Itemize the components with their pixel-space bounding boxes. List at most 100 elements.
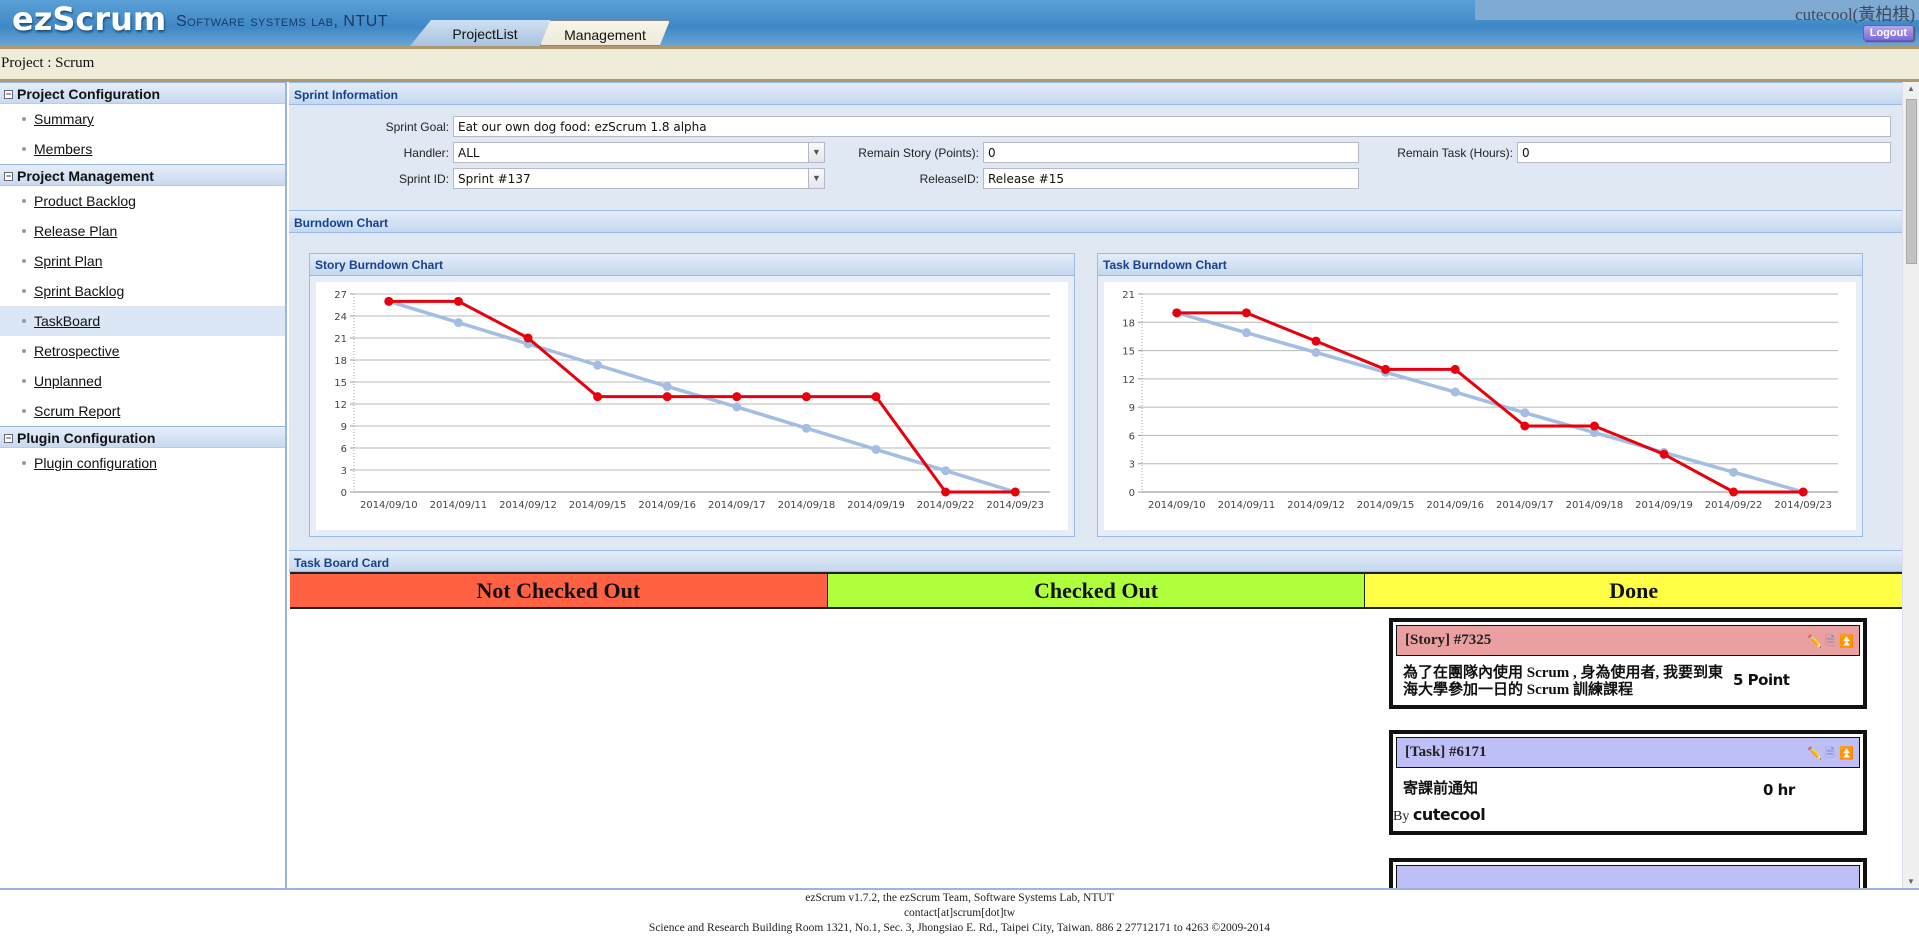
main-scrollbar[interactable]: ▲ ▼ bbox=[1902, 82, 1919, 888]
card-header: [Task] #6171 ✏️ 🗎 ⏫ bbox=[1396, 737, 1860, 768]
sidebar-link[interactable]: Release Plan bbox=[34, 223, 117, 239]
scroll-up-icon[interactable]: ▲ bbox=[1907, 84, 1915, 93]
bullet-icon bbox=[22, 147, 26, 151]
bullet-icon bbox=[22, 461, 26, 465]
sidebar-item-sprint-plan[interactable]: Sprint Plan bbox=[0, 246, 285, 276]
sidebar-item-retrospective[interactable]: Retrospective bbox=[0, 336, 285, 366]
bullet-icon bbox=[22, 379, 26, 383]
bullet-icon bbox=[22, 409, 26, 413]
release-id-field[interactable]: Release #15 bbox=[983, 168, 1359, 189]
sidebar-item-product-backlog[interactable]: Product Backlog bbox=[0, 186, 285, 216]
bullet-icon bbox=[22, 117, 26, 121]
y-tick-label: 18 bbox=[334, 356, 347, 367]
upload-icon[interactable]: ⏫ bbox=[1839, 634, 1854, 648]
taskboard-panel: Task Board Card Not Checked Out Checked … bbox=[289, 550, 1902, 888]
story-burndown-chart: Story Burndown Chart 0 3 6 9 12 15 18 21 24 27 201… bbox=[309, 253, 1075, 537]
sidebar-group-project-configuration: − Project Configuration Summary Members bbox=[0, 82, 285, 164]
x-tick-label: 2014/09/19 bbox=[847, 500, 905, 511]
sidebar-item-taskboard[interactable]: TaskBoard bbox=[0, 306, 285, 336]
card-body: 為了在團隊內使用 Scrum , 身為使用者, 我要到東海大學參加一日的 Scr… bbox=[1393, 659, 1863, 705]
panel-title: Sprint Information bbox=[289, 82, 1902, 105]
x-tick-label: 2014/09/22 bbox=[917, 500, 975, 511]
x-tick-label: 2014/09/16 bbox=[1426, 500, 1484, 511]
data-point-ideal bbox=[871, 444, 881, 454]
edit-icon[interactable]: ✏️ bbox=[1807, 746, 1822, 760]
chevron-down-icon[interactable]: ▼ bbox=[808, 142, 825, 163]
story-card[interactable]: [Story] #7325 ✏️ 🗎 ⏫ 為了在團隊內使用 Scrum , 身為… bbox=[1389, 618, 1867, 709]
collapse-icon[interactable]: − bbox=[4, 433, 13, 443]
sidebar-group-title: Plugin Configuration bbox=[17, 430, 156, 446]
chevron-down-icon[interactable]: ▼ bbox=[808, 168, 825, 189]
sprint-goal-field[interactable]: Eat our own dog food: ezScrum 1.8 alpha bbox=[453, 116, 1891, 137]
sidebar-link[interactable]: Summary bbox=[34, 111, 94, 127]
y-tick-label: 12 bbox=[1122, 375, 1135, 386]
y-tick-label: 0 bbox=[341, 488, 347, 499]
bullet-icon bbox=[22, 319, 26, 323]
scroll-thumb[interactable] bbox=[1906, 99, 1917, 264]
footer-version: ezScrum v1.7.2, the ezScrum Team, Softwa… bbox=[805, 892, 1114, 904]
footer-contact: contact[at]scrum[dot]tw bbox=[903, 907, 1016, 919]
x-tick-label: 2014/09/18 bbox=[778, 500, 836, 511]
scroll-down-icon[interactable]: ▼ bbox=[1907, 877, 1915, 886]
tab-management[interactable]: Management bbox=[540, 20, 670, 46]
sidebar-link[interactable]: Members bbox=[34, 141, 92, 157]
x-tick-label: 2014/09/23 bbox=[986, 500, 1044, 511]
collapse-icon[interactable]: − bbox=[4, 171, 13, 181]
sidebar-item-sprint-backlog[interactable]: Sprint Backlog bbox=[0, 276, 285, 306]
history-icon[interactable]: 🗎 bbox=[1823, 634, 1837, 648]
sprint-id-value[interactable]: Sprint #137 bbox=[453, 168, 825, 189]
bullet-icon bbox=[22, 289, 26, 293]
sidebar-link[interactable]: Unplanned bbox=[34, 373, 102, 389]
data-point-ideal bbox=[1241, 328, 1251, 338]
sidebar-item-members[interactable]: Members bbox=[0, 134, 285, 164]
edit-icon[interactable]: ✏️ bbox=[1807, 634, 1822, 648]
sidebar: − Project Configuration Summary Members … bbox=[0, 82, 287, 888]
collapse-icon[interactable]: − bbox=[4, 89, 13, 99]
task-card[interactable]: [Task] #6171 ✏️ 🗎 ⏫ 寄課前通知 0 hr By cuteco… bbox=[1389, 730, 1867, 835]
sidebar-link[interactable]: TaskBoard bbox=[34, 313, 100, 329]
card-body: 寄課前通知 0 hr bbox=[1393, 771, 1863, 805]
sidebar-link[interactable]: Scrum Report bbox=[34, 403, 120, 419]
upload-icon[interactable]: ⏫ bbox=[1839, 746, 1854, 760]
sidebar-link[interactable]: Retrospective bbox=[34, 343, 120, 359]
bullet-icon bbox=[22, 349, 26, 353]
data-point-ideal bbox=[593, 360, 603, 370]
y-tick-label: 3 bbox=[1129, 460, 1135, 471]
sidebar-item-summary[interactable]: Summary bbox=[0, 104, 285, 134]
data-point-ideal bbox=[732, 402, 742, 412]
card-header bbox=[1396, 865, 1860, 888]
data-point-ideal bbox=[1450, 387, 1460, 397]
card-description: 為了在團隊內使用 Scrum , 身為使用者, 我要到東海大學參加一日的 Scr… bbox=[1403, 665, 1723, 698]
sidebar-item-release-plan[interactable]: Release Plan bbox=[0, 216, 285, 246]
sidebar-group-header[interactable]: − Project Configuration bbox=[0, 82, 285, 104]
bullet-icon bbox=[22, 259, 26, 263]
sidebar-item-unplanned[interactable]: Unplanned bbox=[0, 366, 285, 396]
sidebar-link[interactable]: Sprint Plan bbox=[34, 253, 102, 269]
sidebar-item-scrum-report[interactable]: Scrum Report bbox=[0, 396, 285, 426]
sidebar-item-plugin-configuration[interactable]: Plugin configuration bbox=[0, 448, 285, 478]
handler-value[interactable]: ALL bbox=[453, 142, 825, 163]
card-estimate: 0 hr bbox=[1763, 781, 1795, 799]
sprint-id-select[interactable]: Sprint #137 ▼ bbox=[453, 168, 825, 189]
history-icon[interactable]: 🗎 bbox=[1823, 746, 1837, 760]
y-tick-label: 9 bbox=[341, 422, 347, 433]
task-card-partial[interactable] bbox=[1389, 858, 1867, 888]
y-tick-label: 12 bbox=[334, 400, 347, 411]
column-checked-out: Checked Out bbox=[827, 574, 1366, 607]
sidebar-group-header[interactable]: − Plugin Configuration bbox=[0, 426, 285, 448]
app-logo: ezScrum bbox=[12, 0, 167, 38]
data-point-actual bbox=[384, 296, 394, 306]
story-burndown-svg: 0 3 6 9 12 15 18 21 24 27 2014/09/10 2014/09/11 2014… bbox=[334, 290, 1050, 511]
remain-task-field[interactable]: 0 bbox=[1517, 142, 1891, 163]
sidebar-group-header[interactable]: − Project Management bbox=[0, 164, 285, 186]
remain-story-field[interactable]: 0 bbox=[983, 142, 1359, 163]
handler-select[interactable]: ALL ▼ bbox=[453, 142, 825, 163]
tab-project-list[interactable]: ProjectList bbox=[410, 20, 560, 46]
x-tick-label: 2014/09/17 bbox=[708, 500, 766, 511]
sidebar-link[interactable]: Sprint Backlog bbox=[34, 283, 124, 299]
data-point-ideal bbox=[941, 466, 951, 476]
card-owner-label: By bbox=[1393, 809, 1410, 824]
sidebar-link[interactable]: Plugin configuration bbox=[34, 455, 157, 471]
logout-button[interactable]: Logout bbox=[1862, 25, 1914, 41]
sidebar-link[interactable]: Product Backlog bbox=[34, 193, 136, 209]
